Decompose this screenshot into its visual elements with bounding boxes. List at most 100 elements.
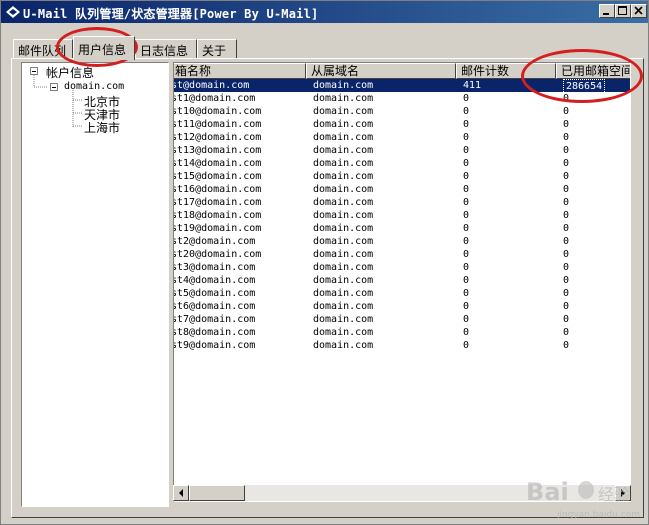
cell-mailbox: st@domain.com	[173, 80, 250, 91]
cell-used-space: 0	[563, 158, 570, 169]
cell-domain: domain.com	[313, 184, 374, 195]
cell-mailbox: st18@domain.com	[173, 210, 262, 221]
table-row[interactable]: st10@domain.com domain.com 0 0	[174, 105, 630, 118]
cell-mail-count: 0	[463, 106, 470, 117]
table-row[interactable]: st15@domain.com domain.com 0 0	[173, 170, 630, 183]
list-header: 箱名称 从属域名 邮件计数 已用邮箱空间	[174, 63, 630, 79]
cell-domain: domain.com	[313, 93, 374, 104]
cell-used-space: 0	[563, 210, 570, 221]
cell-mailbox: st16@domain.com	[173, 184, 262, 195]
minimize-icon	[603, 13, 609, 15]
cell-domain: domain.com	[313, 210, 374, 221]
cell-mail-count: 0	[463, 288, 470, 299]
table-row[interactable]: st9@domain.com domain.com 0 0	[173, 339, 630, 352]
column-header-domain[interactable]: 从属域名	[306, 63, 456, 79]
cell-mail-count: 0	[463, 236, 470, 247]
cell-mail-count: 0	[463, 210, 470, 221]
cell-mailbox: st9@domain.com	[173, 340, 256, 351]
window-title: U-Mail 队列管理/状态管理器[Power By U-Mail]	[23, 7, 319, 21]
tab-user-info[interactable]: 用户信息	[73, 36, 135, 60]
cell-used-space: 0	[563, 119, 570, 130]
cell-domain: domain.com	[313, 275, 374, 286]
table-row[interactable]: st@domain.com domain.com 411 286654	[173, 79, 630, 94]
cell-domain: domain.com	[313, 80, 374, 91]
column-header-mailbox[interactable]: 箱名称	[174, 63, 306, 79]
account-tree[interactable]: 帐户信息 domain.com 北京市 天津市 上海市	[21, 62, 169, 507]
watermark: Bai 经验 jingyan.baidu.com	[520, 470, 640, 520]
table-row[interactable]: st19@domain.com domain.com 0 0	[174, 222, 630, 235]
scroll-thumb[interactable]	[189, 485, 245, 501]
table-row[interactable]: st4@domain.com domain.com 0 0	[173, 274, 630, 287]
tree-node-domain[interactable]: domain.com	[64, 81, 124, 92]
column-header-used-space[interactable]: 已用邮箱空间	[556, 63, 630, 79]
cell-mailbox: st20@domain.com	[173, 249, 262, 260]
cell-domain: domain.com	[313, 106, 374, 117]
column-header-mail-count[interactable]: 邮件计数	[456, 63, 556, 79]
cell-mail-count: 411	[463, 80, 482, 91]
tab-log-info[interactable]: 日志信息	[135, 39, 197, 59]
table-row[interactable]: st3@domain.com domain.com 0 0	[174, 261, 630, 274]
minimize-button[interactable]	[599, 4, 615, 18]
cell-used-space: 0	[563, 314, 570, 325]
tab-about[interactable]: 关于	[197, 39, 237, 59]
cell-domain: domain.com	[313, 262, 374, 273]
maximize-button[interactable]	[615, 4, 631, 18]
cell-used-space: 0	[563, 132, 570, 143]
scroll-left-button[interactable]	[173, 485, 189, 501]
cell-mail-count: 0	[463, 327, 470, 338]
table-row[interactable]: st17@domain.com domain.com 0 0	[174, 196, 630, 209]
table-row[interactable]: st11@domain.com domain.com 0 0	[173, 118, 630, 131]
table-row[interactable]: st7@domain.com domain.com 0 0	[173, 313, 630, 326]
table-row[interactable]: st18@domain.com domain.com 0 0	[173, 209, 630, 222]
table-row[interactable]: st1@domain.com domain.com 0 0	[173, 92, 630, 105]
cell-mail-count: 0	[463, 301, 470, 312]
cell-mail-count: 0	[463, 314, 470, 325]
cell-domain: domain.com	[313, 327, 374, 338]
cell-mail-count: 0	[463, 275, 470, 286]
cell-mailbox: st14@domain.com	[173, 158, 262, 169]
cell-mailbox: st1@domain.com	[173, 93, 256, 104]
table-row[interactable]: st16@domain.com domain.com 0 0	[173, 183, 630, 196]
table-row[interactable]: st13@domain.com domain.com 0 0	[174, 144, 630, 157]
collapse-toggle-root[interactable]	[30, 67, 38, 75]
cell-used-space: 0	[563, 223, 570, 234]
cell-domain: domain.com	[313, 223, 374, 234]
cell-used-space: 0	[563, 249, 570, 260]
table-row[interactable]: st6@domain.com domain.com 0 0	[174, 300, 630, 313]
cell-domain: domain.com	[313, 340, 374, 351]
cell-domain: domain.com	[313, 158, 374, 169]
cell-domain: domain.com	[313, 197, 374, 208]
table-row[interactable]: st20@domain.com domain.com 0 0	[173, 248, 630, 261]
cell-domain: domain.com	[313, 288, 374, 299]
cell-domain: domain.com	[313, 301, 374, 312]
app-window: U-Mail 队列管理/状态管理器[Power By U-Mail] 邮件队列 …	[0, 0, 649, 525]
table-row[interactable]: st14@domain.com domain.com 0 0	[173, 157, 630, 170]
cell-mail-count: 0	[463, 340, 470, 351]
cell-mail-count: 0	[463, 184, 470, 195]
cell-mail-count: 0	[463, 158, 470, 169]
cell-used-space: 0	[563, 236, 570, 247]
cell-mailbox: st7@domain.com	[173, 314, 256, 325]
table-row[interactable]: st8@domain.com domain.com 0 0	[174, 326, 630, 339]
close-button[interactable]	[631, 4, 647, 18]
tree-node-accounts[interactable]: 帐户信息	[46, 64, 94, 81]
cell-mailbox: st4@domain.com	[173, 275, 256, 286]
tab-mail-queue[interactable]: 邮件队列	[13, 39, 73, 59]
cell-used-space: 0	[563, 171, 570, 182]
table-row[interactable]: st5@domain.com domain.com 0 0	[174, 287, 630, 300]
cell-mailbox: st15@domain.com	[173, 171, 262, 182]
tree-node-shanghai[interactable]: 上海市	[84, 119, 120, 136]
cell-used-space: 0	[563, 275, 570, 286]
table-row[interactable]: st12@domain.com domain.com 0 0	[174, 131, 630, 144]
cell-mailbox: st11@domain.com	[173, 119, 262, 130]
mailbox-list[interactable]: 箱名称 从属域名 邮件计数 已用邮箱空间 st@domain.com domain…	[173, 62, 631, 502]
cell-domain: domain.com	[313, 314, 374, 325]
cell-domain: domain.com	[313, 119, 374, 130]
cell-mail-count: 0	[463, 93, 470, 104]
cell-used-space: 0	[563, 327, 570, 338]
cell-mail-count: 0	[463, 145, 470, 156]
collapse-toggle-domain[interactable]	[50, 83, 58, 91]
maximize-icon	[618, 6, 627, 15]
table-row[interactable]: st2@domain.com domain.com 0 0	[174, 235, 630, 248]
title-bar[interactable]: U-Mail 队列管理/状态管理器[Power By U-Mail]	[1, 1, 648, 23]
